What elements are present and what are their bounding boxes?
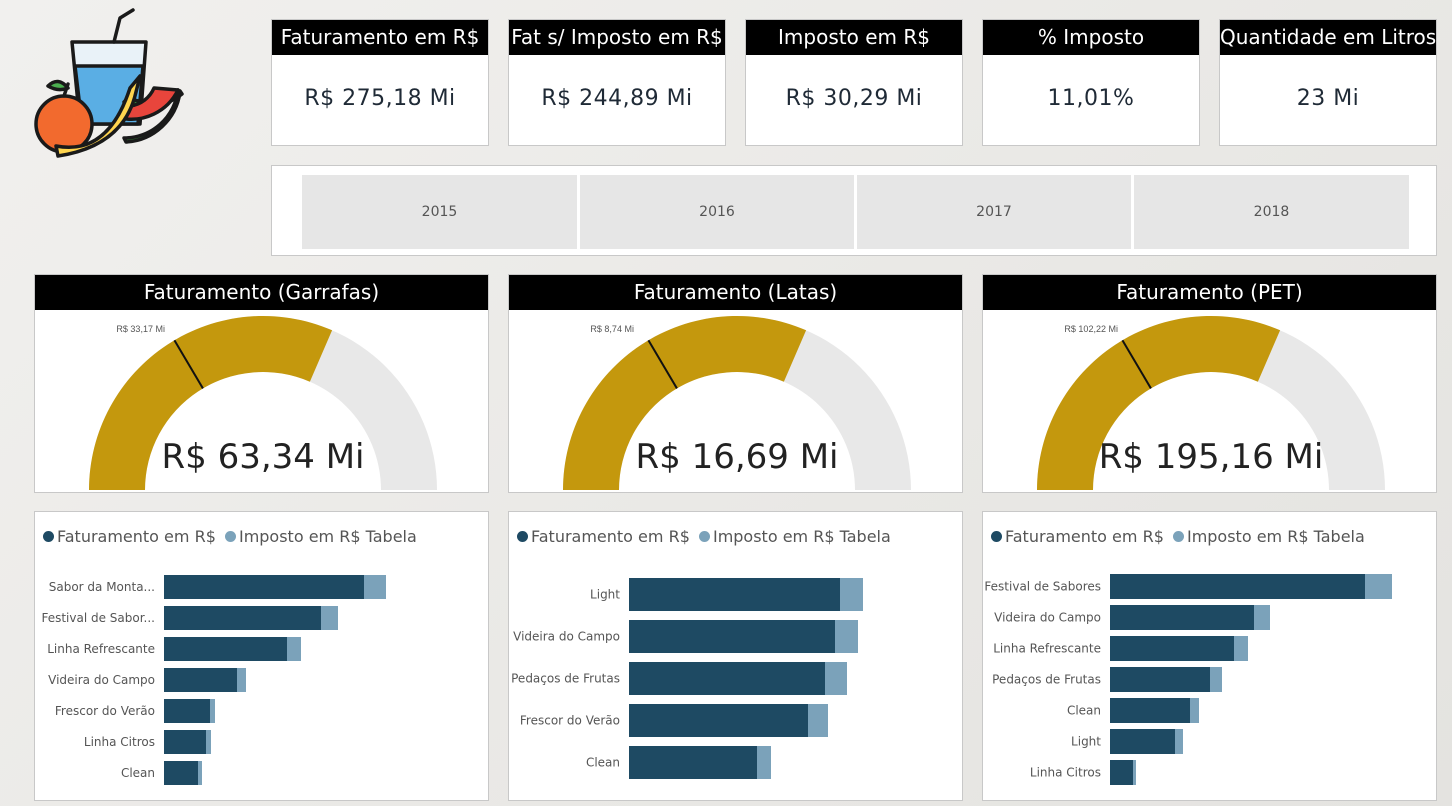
category-label: Linha Citros (1030, 766, 1101, 780)
bar-imposto[interactable] (1190, 698, 1199, 723)
bar-imposto[interactable] (757, 746, 771, 779)
bar-chart-card-garrafas[interactable]: Faturamento em R$ Imposto em R$ Tabela S… (34, 511, 489, 801)
bar-imposto[interactable] (364, 575, 386, 599)
kpi-title: Faturamento em R$ (272, 20, 488, 55)
year-slicer: 2015 2016 2017 2018 (271, 165, 1437, 256)
gauge-card-latas[interactable]: Faturamento (Latas) R$ 8,74 Mi R$ 16,69 … (508, 274, 963, 493)
category-label: Linha Citros (84, 735, 155, 749)
gauge-chart: R$ 8,74 Mi R$ 16,69 Mi (563, 316, 911, 490)
kpi-card-quantidade-litros: Quantidade em Litros 23 Mi (1219, 19, 1437, 146)
bar-faturamento[interactable] (629, 620, 835, 653)
bar-imposto[interactable] (1234, 636, 1248, 661)
bar-imposto[interactable] (321, 606, 338, 630)
year-button-2017[interactable]: 2017 (857, 175, 1131, 249)
bar-imposto[interactable] (835, 620, 858, 653)
kpi-card-fat-sem-imposto: Fat s/ Imposto em R$ R$ 244,89 Mi (508, 19, 726, 146)
category-label: Clean (586, 756, 620, 770)
gauge-target-label: R$ 33,17 Mi (116, 324, 165, 334)
bar-imposto[interactable] (1254, 605, 1270, 630)
bar-faturamento[interactable] (629, 704, 808, 737)
bar-imposto[interactable] (1365, 574, 1392, 599)
bar-faturamento[interactable] (164, 575, 364, 599)
kpi-value: 23 Mi (1296, 86, 1360, 111)
category-label: Videira do Campo (994, 611, 1101, 625)
bar-faturamento[interactable] (164, 699, 210, 723)
category-label: Pedaços de Frutas (992, 673, 1101, 687)
year-button-2018[interactable]: 2018 (1134, 175, 1409, 249)
category-label: Pedaços de Frutas (511, 672, 620, 686)
bar-imposto[interactable] (237, 668, 246, 692)
bar-faturamento[interactable] (1110, 574, 1365, 599)
bar-imposto[interactable] (825, 662, 847, 695)
kpi-value: R$ 30,29 Mi (785, 86, 923, 111)
category-label: Festival de Sabores (984, 580, 1101, 594)
bar-faturamento[interactable] (1110, 760, 1133, 785)
bar-imposto[interactable] (206, 730, 211, 754)
bar-faturamento[interactable] (164, 668, 237, 692)
gauge-target-label: R$ 102,22 Mi (1064, 324, 1118, 334)
bar-faturamento[interactable] (1110, 667, 1210, 692)
category-label: Frescor do Verão (520, 714, 620, 728)
bar-faturamento[interactable] (164, 606, 321, 630)
gauge-card-garrafas[interactable]: Faturamento (Garrafas) R$ 33,17 Mi R$ 63… (34, 274, 489, 493)
bar-imposto[interactable] (198, 761, 202, 785)
bar-chart-card-latas[interactable]: Faturamento em R$ Imposto em R$ Tabela L… (508, 511, 963, 801)
bar-imposto[interactable] (1210, 667, 1222, 692)
year-button-2016[interactable]: 2016 (580, 175, 854, 249)
kpi-title: Quantidade em Litros (1220, 20, 1436, 55)
gauge-card-pet[interactable]: Faturamento (PET) R$ 102,22 Mi R$ 195,16… (982, 274, 1437, 493)
gauge-target-label: R$ 8,74 Mi (590, 324, 634, 334)
bar-faturamento[interactable] (164, 637, 287, 661)
kpi-value: R$ 244,89 Mi (541, 86, 693, 111)
kpi-value: R$ 275,18 Mi (304, 86, 456, 111)
gauge-title: Faturamento (PET) (983, 275, 1436, 310)
bar-faturamento[interactable] (1110, 698, 1190, 723)
gauge-title: Faturamento (Latas) (509, 275, 962, 310)
kpi-title: Fat s/ Imposto em R$ (509, 20, 725, 55)
gauge-value: R$ 16,69 Mi (636, 437, 839, 477)
category-label: Clean (1067, 704, 1101, 718)
category-label: Festival de Sabor... (41, 611, 155, 625)
bar-faturamento[interactable] (629, 746, 757, 779)
bar-faturamento[interactable] (629, 662, 825, 695)
bar-imposto[interactable] (1175, 729, 1183, 754)
gauge-chart: R$ 102,22 Mi R$ 195,16 Mi (1037, 316, 1385, 490)
bar-faturamento[interactable] (164, 761, 198, 785)
kpi-card-faturamento: Faturamento em R$ R$ 275,18 Mi (271, 19, 489, 146)
category-label: Frescor do Verão (55, 704, 155, 718)
category-label: Light (590, 588, 620, 602)
bar-chart: Light Videira do Campo Pedaços de Frutas Fr… (511, 578, 863, 779)
category-label: Videira do Campo (513, 630, 620, 644)
category-label: Linha Refrescante (47, 642, 155, 656)
bar-faturamento[interactable] (1110, 636, 1234, 661)
bar-chart: Festival de Sabores Videira do Campo Linha… (984, 574, 1392, 785)
bar-imposto[interactable] (1133, 760, 1136, 785)
gauge-title: Faturamento (Garrafas) (35, 275, 488, 310)
bar-imposto[interactable] (287, 637, 301, 661)
category-label: Linha Refrescante (993, 642, 1101, 656)
bar-chart: Sabor da Monta... Festival de Sabor... Lin… (41, 575, 386, 785)
kpi-title: % Imposto (983, 20, 1199, 55)
fruit-juice-logo (34, 8, 184, 158)
bar-imposto[interactable] (808, 704, 828, 737)
category-label: Videira do Campo (48, 673, 155, 687)
bar-faturamento[interactable] (1110, 605, 1254, 630)
category-label: Light (1071, 735, 1101, 749)
category-label: Sabor da Monta... (49, 580, 155, 594)
bar-faturamento[interactable] (1110, 729, 1175, 754)
kpi-card-percent-imposto: % Imposto 11,01% (982, 19, 1200, 146)
bar-faturamento[interactable] (629, 578, 840, 611)
bar-faturamento[interactable] (164, 730, 206, 754)
gauge-chart: R$ 33,17 Mi R$ 63,34 Mi (89, 316, 437, 490)
year-button-2015[interactable]: 2015 (302, 175, 577, 249)
category-label: Clean (121, 766, 155, 780)
bar-chart-card-pet[interactable]: Faturamento em R$ Imposto em R$ Tabela F… (982, 511, 1437, 801)
kpi-card-imposto: Imposto em R$ R$ 30,29 Mi (745, 19, 963, 146)
gauge-value: R$ 63,34 Mi (162, 437, 365, 477)
kpi-value: 11,01% (1047, 86, 1135, 111)
bar-imposto[interactable] (210, 699, 215, 723)
gauge-value: R$ 195,16 Mi (1099, 437, 1324, 477)
kpi-title: Imposto em R$ (746, 20, 962, 55)
bar-imposto[interactable] (840, 578, 863, 611)
